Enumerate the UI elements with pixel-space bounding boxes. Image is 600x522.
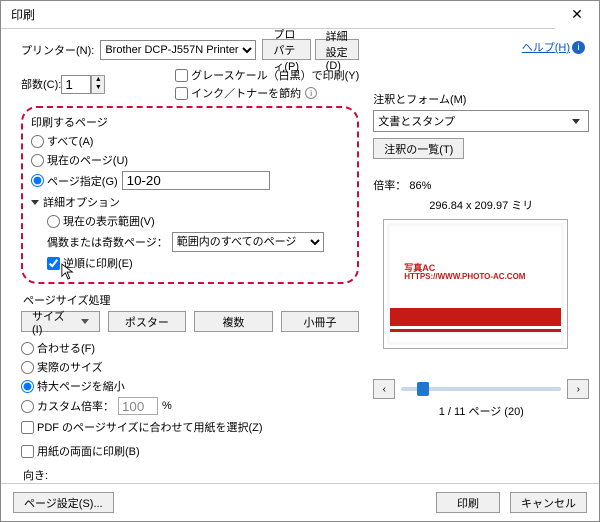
scale-value: 86% — [409, 180, 431, 192]
slider-thumb[interactable] — [417, 382, 429, 396]
next-page-button[interactable]: › — [567, 379, 589, 399]
close-button[interactable]: ✕ — [555, 1, 599, 29]
paper-size-checkbox[interactable] — [21, 421, 34, 434]
comments-summary-button[interactable]: 注釈の一覧(T) — [373, 138, 464, 159]
fit-radio[interactable] — [21, 342, 34, 355]
odd-even-label: 偶数または奇数ページ： — [47, 234, 168, 250]
shrink-radio[interactable] — [21, 380, 34, 393]
grayscale-label: グレースケール（白黒）で印刷(Y) — [191, 67, 359, 83]
odd-even-select[interactable]: 範囲内のすべてのページ — [172, 232, 324, 252]
printer-row: プリンター(N): Brother DCP-J557N Printer プロパテ… — [21, 39, 359, 60]
preview-dimensions: 296.84 x 209.97 ミリ — [373, 197, 589, 213]
actual-size-radio[interactable] — [21, 361, 34, 374]
save-ink-label: インク／トナーを節約 — [191, 85, 301, 101]
current-view-label: 現在の表示範囲(V) — [63, 213, 155, 229]
save-ink-checkbox[interactable] — [175, 87, 188, 100]
all-pages-label: すべて(A) — [47, 133, 93, 149]
properties-button[interactable]: プロパティ(P) — [262, 39, 310, 60]
preview-red-bar — [390, 308, 561, 326]
advanced-options-header[interactable]: 詳細オプション — [31, 194, 349, 210]
info-icon[interactable]: i — [305, 87, 317, 99]
close-icon: ✕ — [571, 6, 583, 23]
advanced-options: 詳細オプション 現在の表示範囲(V) 偶数または奇数ページ： 範囲内のすべてのペ… — [31, 194, 349, 271]
cursor-icon — [61, 263, 75, 281]
title-bar: 印刷 ✕ — [1, 1, 599, 29]
chevron-left-icon: ‹ — [383, 384, 386, 395]
printer-select[interactable]: Brother DCP-J557N Printer — [100, 40, 256, 60]
sizing-title: ページサイズ処理 — [23, 292, 359, 308]
current-page-label: 現在のページ(U) — [47, 152, 128, 168]
dialog-title: 印刷 — [11, 6, 35, 23]
cancel-button[interactable]: キャンセル — [510, 492, 587, 513]
page-range-title: 印刷するページ — [31, 114, 349, 130]
preview-page: 写真AC HTTPS://WWW.PHOTO-AC.COM — [390, 226, 561, 342]
preview-watermark-2: HTTPS://WWW.PHOTO-AC.COM — [404, 272, 525, 281]
reverse-order-checkbox[interactable] — [47, 257, 60, 270]
shrink-label: 特大ページを縮小 — [37, 378, 125, 394]
chevron-down-icon — [31, 200, 39, 205]
page-range-radio[interactable] — [31, 174, 44, 187]
left-column: プリンター(N): Brother DCP-J557N Printer プロパテ… — [21, 39, 359, 522]
help-text: ヘルプ(H) — [522, 39, 570, 55]
grayscale-checkbox[interactable] — [175, 69, 188, 82]
duplex-label: 用紙の両面に印刷(B) — [37, 443, 140, 459]
percent-label: % — [162, 400, 172, 412]
print-dialog: 印刷 ✕ ヘルプ(H) i プリンター(N): Brother DCP-J557… — [0, 0, 600, 522]
print-button[interactable]: 印刷 — [436, 492, 500, 513]
paper-size-label: PDF のページサイズに合わせて用紙を選択(Z) — [37, 419, 263, 435]
printer-label: プリンター(N): — [21, 42, 94, 58]
dialog-footer: ページ設定(S)... 印刷 キャンセル — [1, 483, 599, 521]
advanced-options-title: 詳細オプション — [43, 194, 120, 210]
preview-box: 写真AC HTTPS://WWW.PHOTO-AC.COM — [383, 219, 568, 349]
prev-page-button[interactable]: ‹ — [373, 379, 395, 399]
page-slider-row: ‹ › — [373, 379, 589, 399]
custom-scale-input[interactable] — [118, 397, 158, 415]
chevron-down-icon — [572, 119, 580, 124]
right-column: 注釈とフォーム(M) 文書とスタンプ 注釈の一覧(T) 倍率： 86% 296.… — [373, 39, 589, 522]
copies-spinner[interactable]: ▲ ▼ — [91, 75, 105, 94]
custom-scale-radio[interactable] — [21, 400, 34, 413]
current-view-radio[interactable] — [47, 215, 60, 228]
chevron-right-icon: › — [577, 384, 580, 395]
page-range-label: ページ指定(G) — [47, 173, 118, 189]
copies-input[interactable] — [61, 75, 91, 94]
advanced-settings-button[interactable]: 詳細設定(D) — [315, 39, 360, 60]
copies-label: 部数(C): — [21, 76, 61, 92]
comments-value: 文書とスタンプ — [378, 113, 455, 129]
all-pages-radio[interactable] — [31, 135, 44, 148]
custom-scale-label: カスタム倍率： — [37, 398, 114, 414]
actual-size-label: 実際のサイズ — [37, 359, 103, 375]
page-range-input[interactable] — [122, 171, 270, 190]
scale-label: 倍率： — [373, 180, 406, 192]
orientation-title: 向き: — [23, 467, 359, 483]
comments-select[interactable]: 文書とスタンプ — [373, 110, 589, 132]
comments-title: 注釈とフォーム(M) — [373, 91, 589, 107]
fit-label: 合わせる(F) — [37, 340, 95, 356]
size-button[interactable]: サイズ(I) — [21, 311, 100, 332]
chevron-down-icon — [81, 319, 89, 324]
sizing-mode-row: サイズ(I) ポスター 複数 小冊子 — [21, 311, 359, 332]
page-setup-button[interactable]: ページ設定(S)... — [13, 492, 114, 513]
duplex-checkbox[interactable] — [21, 445, 34, 458]
poster-button[interactable]: ポスター — [108, 311, 187, 332]
page-slider[interactable] — [401, 387, 561, 391]
spinner-down-icon[interactable]: ▼ — [92, 84, 104, 93]
preview-red-line — [390, 329, 561, 332]
spinner-up-icon[interactable]: ▲ — [92, 76, 104, 85]
multiple-button[interactable]: 複数 — [194, 311, 273, 332]
page-count-label: 1 / 11 ページ (20) — [373, 403, 589, 419]
booklet-button[interactable]: 小冊子 — [281, 311, 360, 332]
info-icon: i — [572, 41, 585, 54]
current-page-radio[interactable] — [31, 154, 44, 167]
help-link[interactable]: ヘルプ(H) i — [522, 39, 585, 55]
page-range-group: 印刷するページ すべて(A) 現在のページ(U) ページ指定(G) — [21, 106, 359, 284]
